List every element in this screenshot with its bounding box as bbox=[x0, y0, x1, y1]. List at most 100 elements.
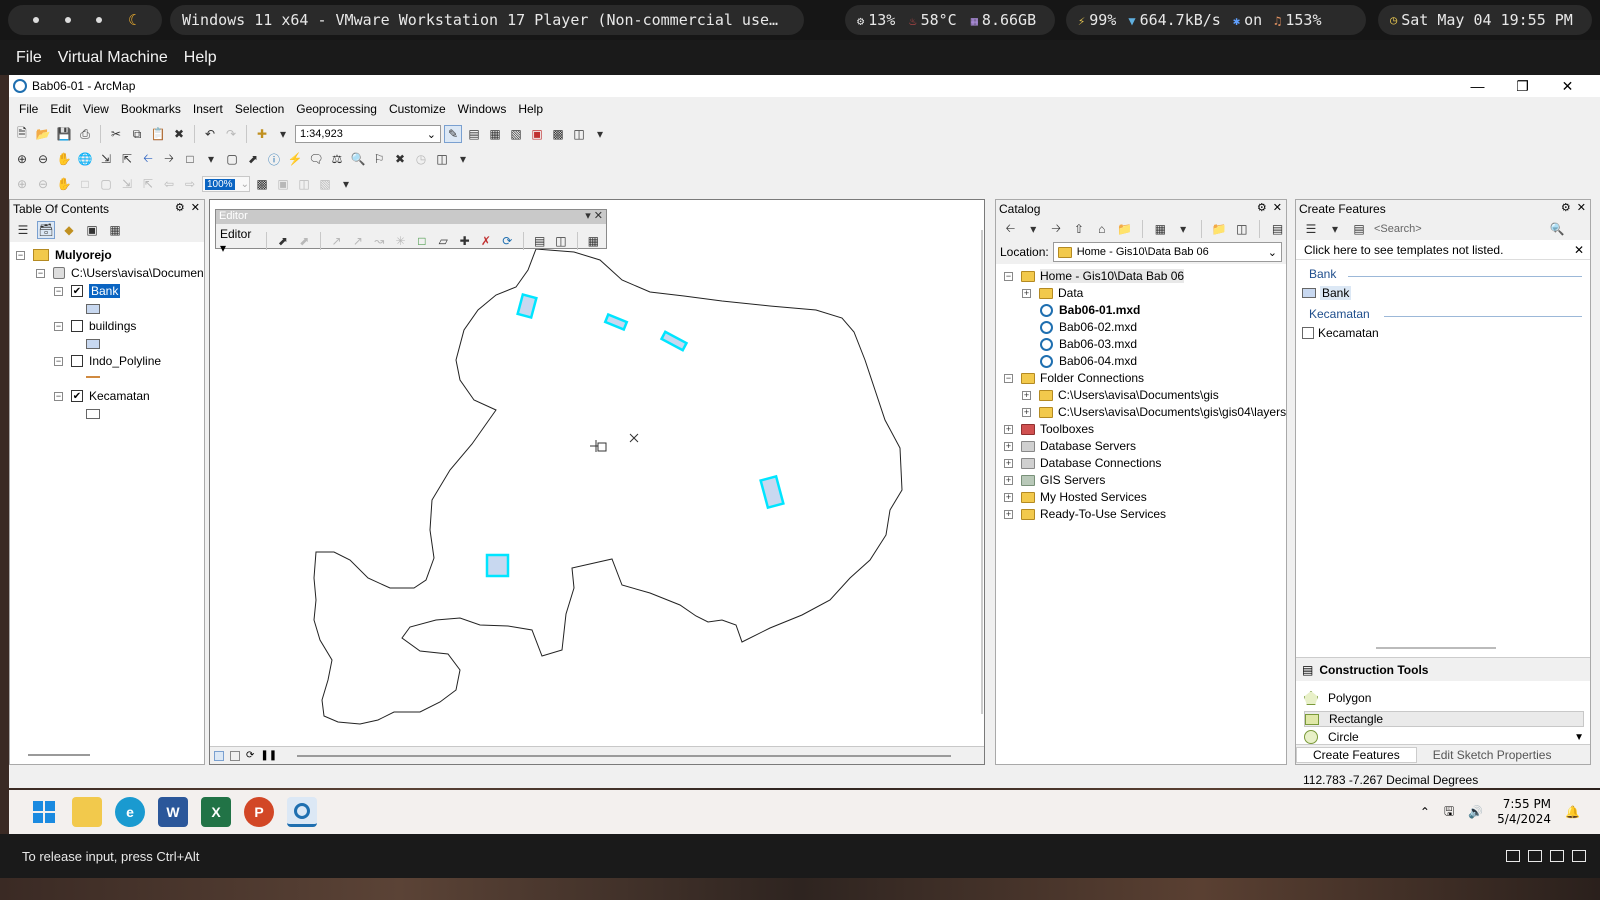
sketch-properties-icon[interactable]: ◫ bbox=[552, 232, 569, 250]
pin-icon[interactable]: ⚙ bbox=[1257, 201, 1267, 214]
add-data-icon[interactable]: ✚ bbox=[253, 125, 271, 143]
copy-icon[interactable]: ⧉ bbox=[128, 125, 146, 143]
fixed-zoom-out-layout-icon[interactable]: ⇱ bbox=[139, 175, 157, 193]
save-icon[interactable]: 💾 bbox=[55, 125, 73, 143]
views-dropdown-icon[interactable]: ▾ bbox=[1175, 220, 1192, 238]
edit-annotation-icon[interactable]: ⬈ bbox=[296, 232, 313, 250]
template-search-input[interactable]: <Search> ▾ bbox=[1374, 223, 1564, 236]
vm-menu-file[interactable]: File bbox=[16, 49, 42, 67]
bank-visibility-checkbox[interactable]: ✔ bbox=[71, 285, 83, 297]
straight-segment-icon[interactable]: ↗ bbox=[328, 232, 345, 250]
template-properties-icon[interactable]: ▤ bbox=[1350, 220, 1368, 238]
catalog-item-home[interactable]: − Home - Gis10\Data Bab 06 bbox=[1004, 269, 1185, 283]
redo-icon[interactable]: ↷ bbox=[222, 125, 240, 143]
tab-create-features[interactable]: Create Features bbox=[1296, 746, 1417, 763]
toggle-contents-icon[interactable]: ◫ bbox=[1233, 220, 1250, 238]
data-view-icon[interactable] bbox=[214, 750, 224, 761]
expand-icon[interactable]: + bbox=[1004, 492, 1013, 502]
change-layout-icon[interactable]: ◫ bbox=[295, 175, 313, 193]
list-by-visibility-icon[interactable]: ◆ bbox=[60, 221, 78, 239]
select-features-icon[interactable]: □ bbox=[181, 150, 199, 168]
catalog-window-icon[interactable]: ▦ bbox=[486, 125, 504, 143]
bluetooth-stat[interactable]: ✱ on bbox=[1233, 11, 1262, 29]
hyperlink-icon[interactable]: ⚡ bbox=[286, 150, 304, 168]
collapse-icon[interactable]: − bbox=[1004, 271, 1013, 281]
catalog-item-mxd-4[interactable]: Bab06-04.mxd bbox=[1040, 354, 1137, 368]
catalog-item-database-servers[interactable]: + Database Servers bbox=[1004, 439, 1136, 453]
restore-button[interactable]: ❐ bbox=[1500, 75, 1545, 97]
pin-icon[interactable]: ⚙ bbox=[175, 201, 185, 214]
layout-zoom-out-icon[interactable]: ⊖ bbox=[34, 175, 52, 193]
trace-icon[interactable]: ↝ bbox=[371, 232, 388, 250]
zoom-whole-page-icon[interactable]: □ bbox=[76, 175, 94, 193]
viewer-window-icon[interactable]: ◫ bbox=[433, 150, 451, 168]
toolbar-options-icon[interactable]: ▾ bbox=[337, 175, 355, 193]
workspace-indicator[interactable]: ☾ bbox=[8, 5, 162, 35]
menu-bookmarks[interactable]: Bookmarks bbox=[115, 102, 187, 116]
tool-circle[interactable]: Circle bbox=[1304, 730, 1359, 744]
layout-pan-icon[interactable]: ✋ bbox=[55, 175, 73, 193]
tray-clock[interactable]: 7:55 PM 5/4/2024 bbox=[1497, 797, 1551, 827]
organize-dropdown-icon[interactable]: ▾ bbox=[1326, 220, 1344, 238]
layout-zoom-combobox[interactable]: 100% ⌄ bbox=[202, 176, 250, 192]
split-icon[interactable]: ✗ bbox=[477, 232, 494, 250]
open-folder-icon[interactable]: 📂 bbox=[34, 125, 52, 143]
volume-icon[interactable]: 🔊 bbox=[1468, 805, 1483, 819]
powerpoint-icon[interactable]: P bbox=[244, 797, 274, 827]
vm-menu-help[interactable]: Help bbox=[184, 49, 217, 67]
catalog-item-gis-servers[interactable]: + GIS Servers bbox=[1004, 473, 1105, 487]
toc-layer-indo-polyline[interactable]: − Indo_Polyline bbox=[54, 354, 161, 368]
cut-polygons-icon[interactable]: ✚ bbox=[456, 232, 473, 250]
network-adapter-icon[interactable] bbox=[1528, 850, 1542, 862]
list-by-source-icon[interactable]: 🗃 bbox=[37, 221, 55, 239]
catalog-item-mxd-1[interactable]: Bab06-01.mxd bbox=[1040, 303, 1140, 317]
catalog-item-folder-connections[interactable]: − Folder Connections bbox=[1004, 371, 1144, 385]
collapse-icon[interactable]: − bbox=[54, 321, 63, 331]
zoom-100-icon[interactable]: ▢ bbox=[97, 175, 115, 193]
catalog-item-database-connections[interactable]: + Database Connections bbox=[1004, 456, 1161, 470]
toc-symbol-bank[interactable] bbox=[86, 304, 100, 314]
catalog-item-layers-folder[interactable]: + C:\Users\avisa\Documents\gis\gis04\laye… bbox=[1022, 405, 1286, 419]
expand-icon[interactable]: + bbox=[1022, 390, 1031, 400]
close-icon[interactable]: ✕ bbox=[1577, 201, 1586, 214]
find-route-icon[interactable]: ⚐ bbox=[370, 150, 388, 168]
map-scale-combobox[interactable]: 1:34,923 ⌄ bbox=[295, 125, 441, 143]
point-icon[interactable]: ✳ bbox=[392, 232, 409, 250]
paste-icon[interactable]: 📋 bbox=[149, 125, 167, 143]
vm-menu-virtual-machine[interactable]: Virtual Machine bbox=[58, 49, 168, 67]
template-kecamatan[interactable]: Kecamatan bbox=[1296, 326, 1379, 340]
arcmap-taskbar-icon[interactable] bbox=[287, 797, 317, 827]
minimize-button[interactable]: — bbox=[1455, 75, 1500, 97]
full-extent-icon[interactable]: 🌐 bbox=[76, 150, 94, 168]
end-point-arc-icon[interactable]: ↗ bbox=[349, 232, 366, 250]
undo-icon[interactable]: ↶ bbox=[201, 125, 219, 143]
menu-edit[interactable]: Edit bbox=[44, 102, 77, 116]
back-icon[interactable]: 🡠 bbox=[139, 150, 157, 168]
zoom-in-icon[interactable]: ⊕ bbox=[13, 150, 31, 168]
word-icon[interactable]: W bbox=[158, 797, 188, 827]
clear-selection-icon[interactable]: ▢ bbox=[223, 150, 241, 168]
pan-icon[interactable]: ✋ bbox=[55, 150, 73, 168]
tab-edit-sketch-properties[interactable]: Edit Sketch Properties bbox=[1417, 748, 1568, 762]
catalog-item-gis-folder[interactable]: + C:\Users\avisa\Documents\gis bbox=[1022, 388, 1219, 402]
expand-icon[interactable]: + bbox=[1004, 458, 1013, 468]
menu-windows[interactable]: Windows bbox=[452, 102, 513, 116]
forward-icon[interactable]: 🡢 bbox=[160, 150, 178, 168]
rotate-icon[interactable]: ⟳ bbox=[499, 232, 516, 250]
expand-icon[interactable]: + bbox=[1022, 407, 1031, 417]
toc-window-icon[interactable]: ▤ bbox=[465, 125, 483, 143]
toggle-draft-icon[interactable]: ▩ bbox=[253, 175, 271, 193]
zoom-out-icon[interactable]: ⊖ bbox=[34, 150, 52, 168]
catalog-item-ready-to-use[interactable]: + Ready-To-Use Services bbox=[1004, 507, 1166, 521]
edge-icon[interactable]: e bbox=[115, 797, 145, 827]
collapse-icon[interactable]: − bbox=[54, 356, 63, 366]
search-window-icon[interactable]: ▧ bbox=[507, 125, 525, 143]
catalog-item-hosted-services[interactable]: + My Hosted Services bbox=[1004, 490, 1147, 504]
panel-splitter[interactable] bbox=[1376, 647, 1496, 649]
editor-menu-button[interactable]: Editor ▾ bbox=[220, 227, 259, 255]
search-icon[interactable]: 🔍 bbox=[1548, 220, 1566, 238]
toc-layer-buildings[interactable]: − buildings bbox=[54, 319, 136, 333]
catalog-item-toolboxes[interactable]: + Toolboxes bbox=[1004, 422, 1094, 436]
map-view[interactable]: Editor ▾ ✕ Editor ▾ ⬈ ⬈ ↗ ↗ ↝ ✳ □ ▱ ✚ ✗ … bbox=[209, 199, 985, 765]
new-folder-icon[interactable]: 📁 bbox=[1211, 220, 1228, 238]
